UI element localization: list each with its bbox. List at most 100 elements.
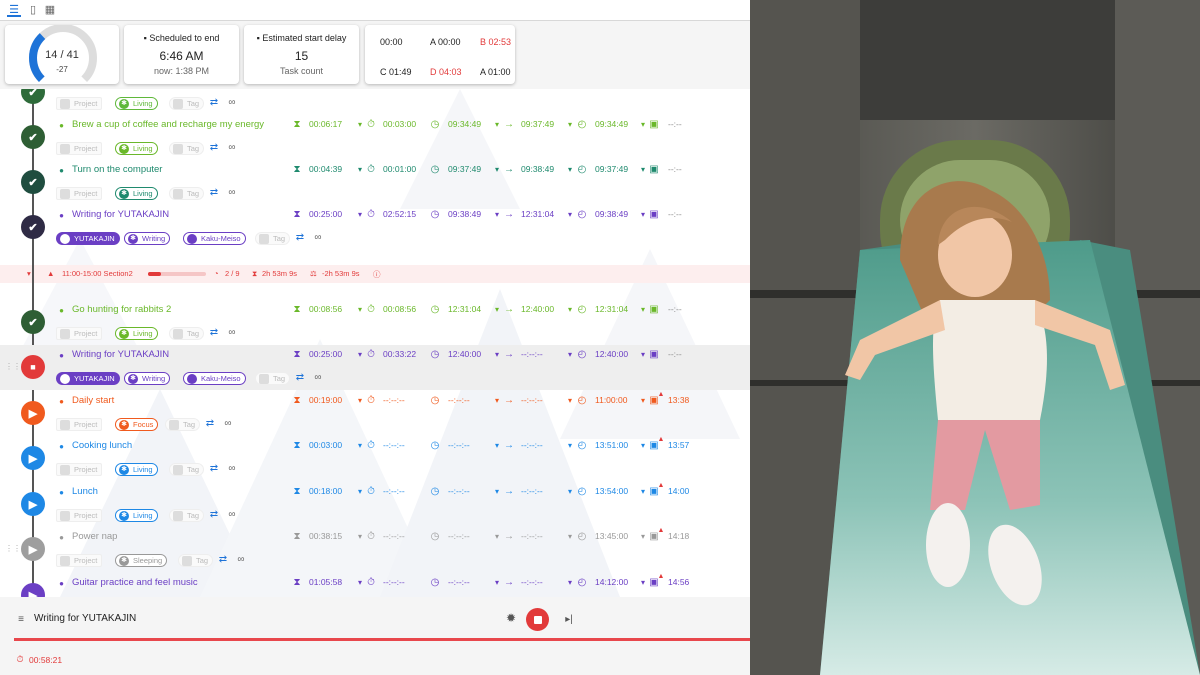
- tag-chip[interactable]: Tag: [169, 327, 205, 340]
- start-dropdown-icon[interactable]: ▾: [491, 395, 503, 406]
- scheduled-time[interactable]: 12:40:00: [595, 349, 628, 359]
- start-time[interactable]: 09:38:49: [448, 209, 481, 219]
- end-dropdown-icon[interactable]: ▾: [564, 531, 576, 542]
- skip-next-icon[interactable]: ▸|: [563, 614, 575, 625]
- life-chip[interactable]: ✱ Living: [115, 327, 158, 340]
- start-time[interactable]: --:--:--: [448, 440, 470, 450]
- life-chip[interactable]: ✱ Living: [115, 142, 158, 155]
- end-dropdown-icon[interactable]: ▾: [564, 395, 576, 406]
- life-chip[interactable]: ✱ Writing: [124, 372, 171, 385]
- stop-button[interactable]: [526, 608, 549, 631]
- tag-chip[interactable]: Kaku-Meiso: [183, 232, 246, 245]
- link-icon[interactable]: ∞: [226, 509, 238, 520]
- task-title[interactable]: Daily start: [72, 395, 114, 406]
- task-row[interactable]: ✔ ● Turn on the computer ⧗ 00:04:39 ▾ ⏱ 00:01:0…: [0, 160, 750, 205]
- estimate-time[interactable]: 00:19:00: [309, 395, 342, 405]
- end-time[interactable]: --:--:--: [521, 349, 543, 359]
- task-title[interactable]: Brew a cup of coffee and recharge my ene…: [72, 119, 264, 130]
- actual-time[interactable]: 00:08:56: [383, 304, 416, 314]
- estimate-time[interactable]: 00:25:00: [309, 209, 342, 219]
- start-dropdown-icon[interactable]: ▾: [491, 440, 503, 451]
- life-chip[interactable]: ✱ Living: [115, 463, 158, 476]
- project-chip[interactable]: YUTAKAJIN: [56, 232, 120, 245]
- end-dropdown-icon[interactable]: ▾: [564, 486, 576, 497]
- task-status-button[interactable]: ▶: [21, 492, 45, 516]
- task-status-button[interactable]: ▶: [21, 401, 45, 425]
- calendar-view-tab[interactable]: ▦: [43, 3, 57, 17]
- actual-time[interactable]: --:--:--: [383, 440, 405, 450]
- tag-chip[interactable]: Tag: [169, 509, 205, 522]
- task-row[interactable]: ▶ ● Cooking lunch ⧗ 00:03:00 ▾ ⏱ --:--:-- ◷ --:--…: [0, 436, 750, 481]
- repeat-icon[interactable]: ⇄: [208, 187, 220, 198]
- link-icon[interactable]: ∞: [312, 232, 324, 243]
- task-row[interactable]: ▶ ● Guitar practice and feel music ⧗ 01:05:5…: [0, 573, 750, 597]
- actual-time[interactable]: 00:33:22: [383, 349, 416, 359]
- drag-handle-icon[interactable]: ⋮⋮: [5, 361, 21, 372]
- end-time[interactable]: 12:31:04: [521, 209, 554, 219]
- estimate-time[interactable]: 00:04:39: [309, 164, 342, 174]
- estimate-time[interactable]: 00:06:17: [309, 119, 342, 129]
- task-status-button[interactable]: ✔: [21, 310, 45, 334]
- task-title[interactable]: Cooking lunch: [72, 440, 132, 451]
- actual-time[interactable]: 02:52:15: [383, 209, 416, 219]
- tag-chip[interactable]: Tag: [169, 187, 205, 200]
- task-title[interactable]: Guitar practice and feel music: [72, 577, 198, 588]
- task-title[interactable]: Writing for YUTAKAJIN: [72, 349, 169, 360]
- actual-time[interactable]: --:--:--: [383, 531, 405, 541]
- repeat-icon[interactable]: ⇄: [208, 327, 220, 338]
- end-dropdown-icon[interactable]: ▾: [564, 119, 576, 130]
- start-dropdown-icon[interactable]: ▾: [491, 304, 503, 315]
- repeat-icon[interactable]: ⇄: [208, 97, 220, 108]
- life-chip[interactable]: ✱ Living: [115, 187, 158, 200]
- chevron-down-icon[interactable]: ▾: [27, 269, 31, 278]
- repeat-icon[interactable]: ⇄: [208, 463, 220, 474]
- repeat-icon[interactable]: ⇄: [294, 232, 306, 243]
- task-status-button[interactable]: ✔: [21, 170, 45, 194]
- drag-handle-icon[interactable]: ⋮⋮: [5, 543, 21, 554]
- start-time[interactable]: --:--:--: [448, 486, 470, 496]
- end-time[interactable]: --:--:--: [521, 440, 543, 450]
- task-status-button[interactable]: ▶: [21, 446, 45, 470]
- actual-time[interactable]: --:--:--: [383, 486, 405, 496]
- scheduled-time[interactable]: 09:34:49: [595, 119, 628, 129]
- estimate-time[interactable]: 00:03:00: [309, 440, 342, 450]
- start-time[interactable]: --:--:--: [448, 531, 470, 541]
- task-title[interactable]: Go hunting for rabbits 2: [72, 304, 171, 315]
- end-time[interactable]: --:--:--: [521, 531, 543, 541]
- link-icon[interactable]: ∞: [312, 372, 324, 383]
- list-view-tab[interactable]: ☰: [7, 3, 21, 17]
- task-status-button[interactable]: ✔: [21, 125, 45, 149]
- task-row[interactable]: ▶ ⋮⋮ ● Power nap ⧗ 00:38:15 ▾ ⏱ --:--:-- ◷ --:--:-…: [0, 527, 750, 572]
- life-chip[interactable]: ✱ Writing: [124, 232, 171, 245]
- end-time[interactable]: --:--:--: [521, 486, 543, 496]
- repeat-icon[interactable]: ⇄: [208, 142, 220, 153]
- project-chip[interactable]: Project: [56, 418, 103, 431]
- project-chip[interactable]: YUTAKAJIN: [56, 372, 120, 385]
- project-chip[interactable]: Project: [56, 142, 103, 155]
- task-status-button[interactable]: ✔: [21, 215, 45, 239]
- estimate-time[interactable]: 01:05:58: [309, 577, 342, 587]
- task-row[interactable]: ✔ Project ✱ Living Tag ⇄ ∞: [0, 89, 750, 115]
- start-dropdown-icon[interactable]: ▾: [491, 209, 503, 220]
- scheduled-time[interactable]: 13:45:00: [595, 531, 628, 541]
- repeat-icon[interactable]: ⇄: [208, 509, 220, 520]
- end-dropdown-icon[interactable]: ▾: [564, 577, 576, 588]
- end-dropdown-icon[interactable]: ▾: [564, 209, 576, 220]
- bug-icon[interactable]: ✹: [505, 612, 517, 624]
- estimate-time[interactable]: 00:08:56: [309, 304, 342, 314]
- life-chip[interactable]: ✱ Focus: [115, 418, 159, 431]
- tag-chip[interactable]: Tag: [169, 463, 205, 476]
- task-title[interactable]: Writing for YUTAKAJIN: [72, 209, 169, 220]
- tag-chip[interactable]: Kaku-Meiso: [183, 372, 246, 385]
- project-chip[interactable]: Project: [56, 463, 103, 476]
- end-time[interactable]: --:--:--: [521, 577, 543, 587]
- end-dropdown-icon[interactable]: ▾: [564, 349, 576, 360]
- end-time[interactable]: --:--:--: [521, 395, 543, 405]
- estimate-time[interactable]: 00:18:00: [309, 486, 342, 496]
- repeat-icon[interactable]: ⇄: [294, 372, 306, 383]
- start-dropdown-icon[interactable]: ▾: [491, 349, 503, 360]
- tag-chip[interactable]: Tag: [178, 554, 214, 567]
- task-row[interactable]: ✔ ● Writing for YUTAKAJIN ⧗ 00:25:00 ▾ ⏱ 02:52:…: [0, 205, 750, 250]
- project-chip[interactable]: Project: [56, 509, 103, 522]
- repeat-icon[interactable]: ⇄: [217, 554, 229, 565]
